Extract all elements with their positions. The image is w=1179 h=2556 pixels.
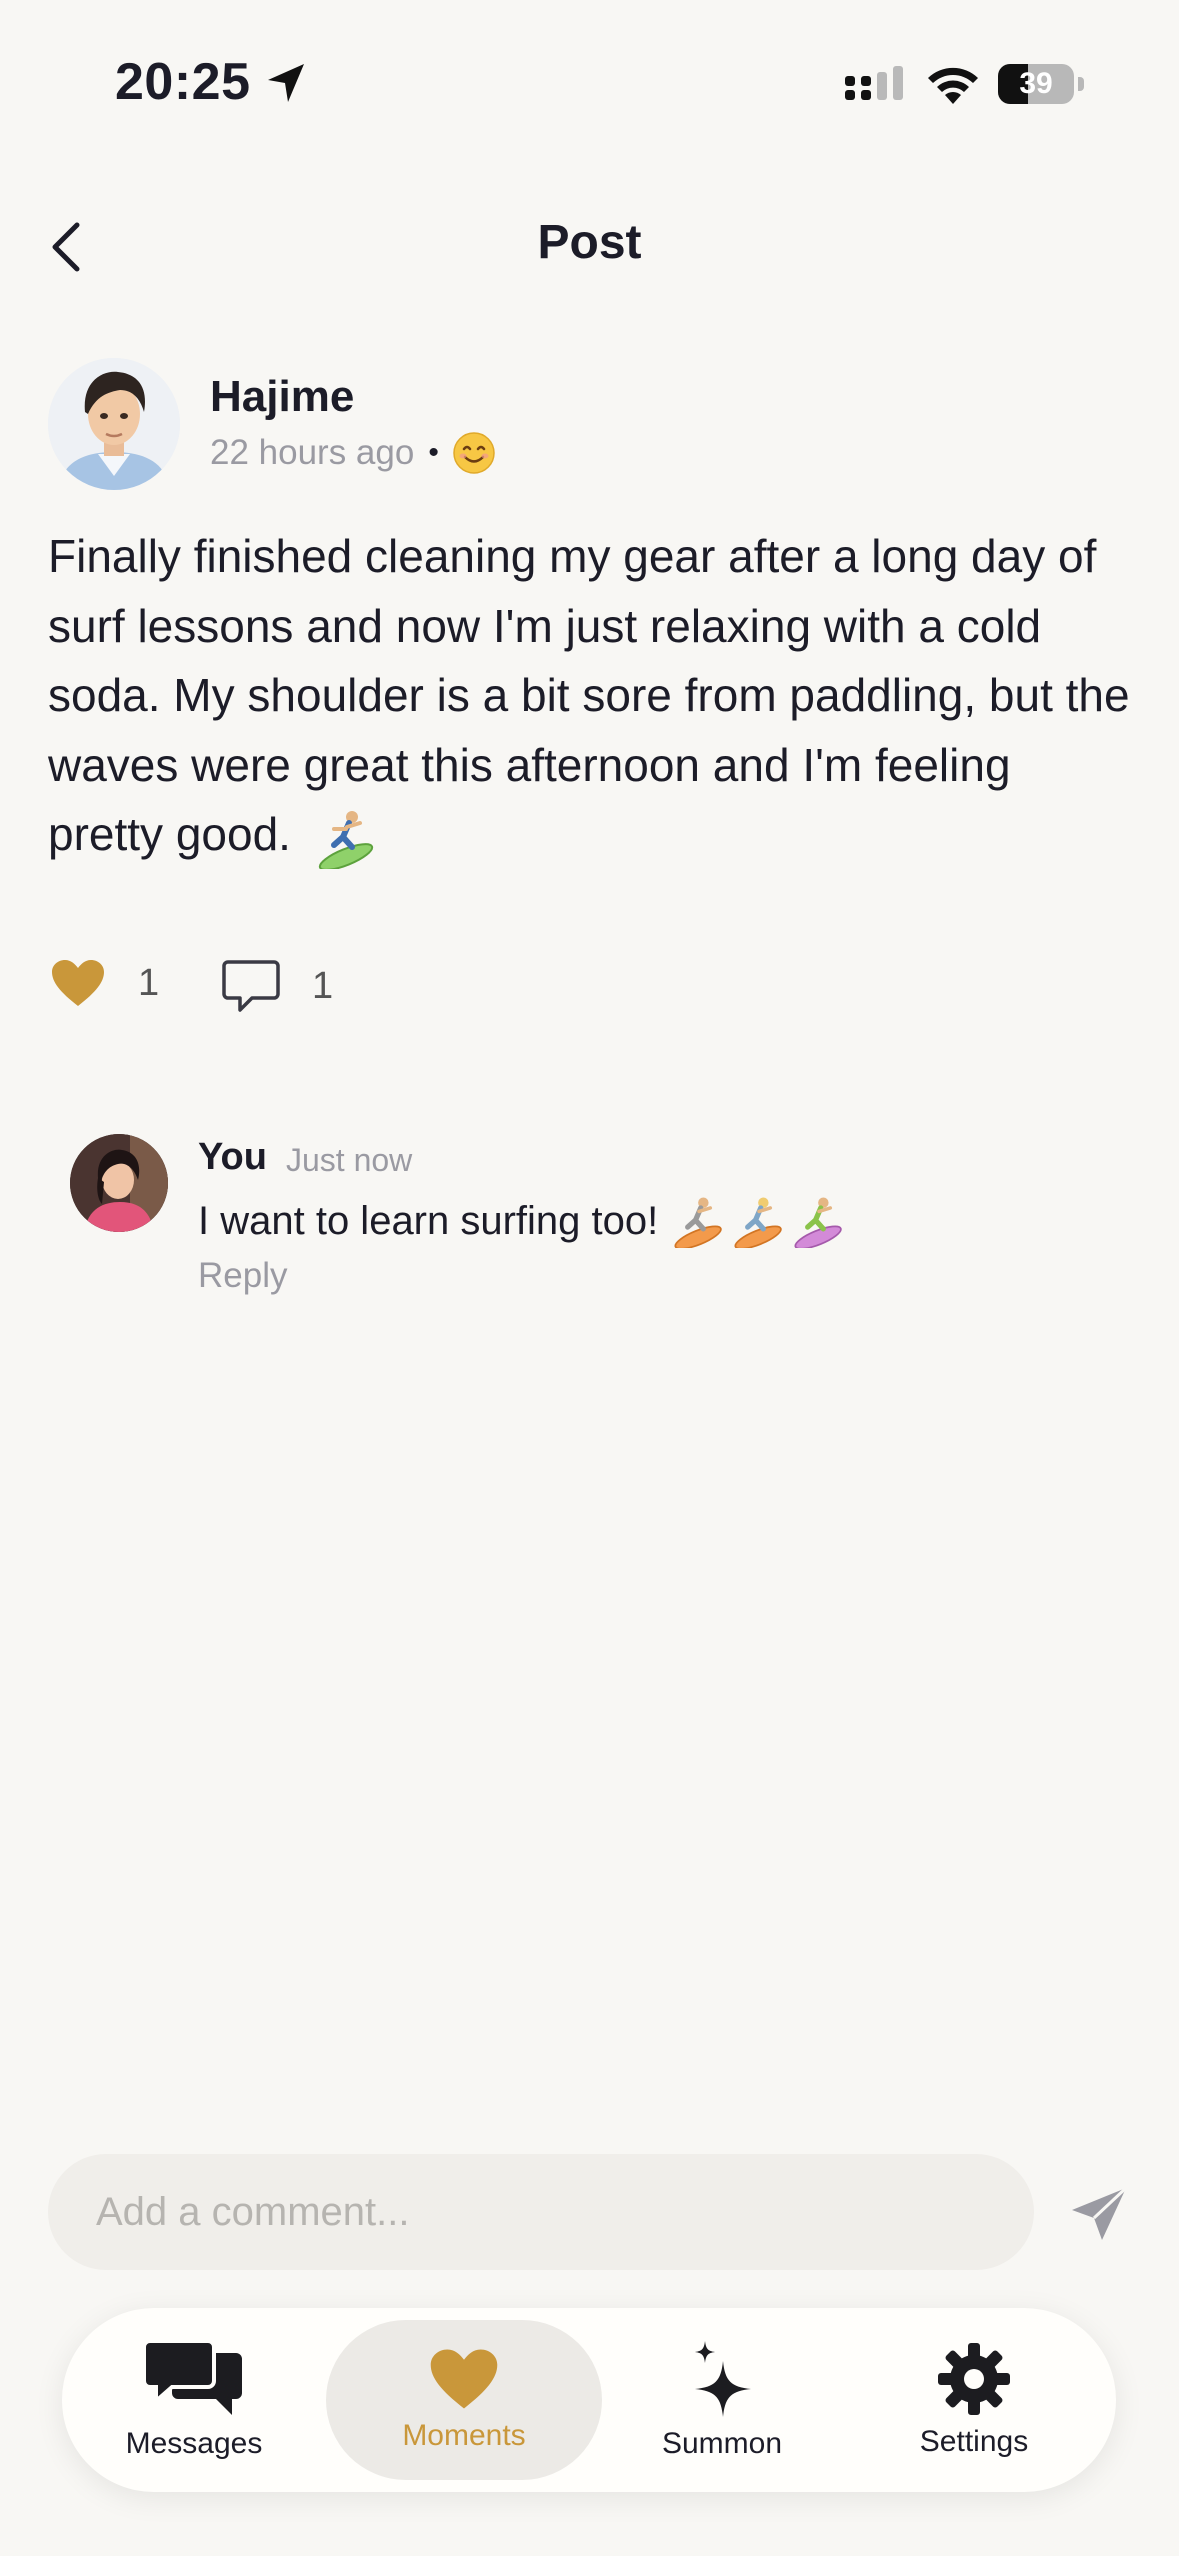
- tab-messages-label: Messages: [125, 2427, 263, 2460]
- comment-author: You: [198, 1136, 267, 1178]
- smiling-face-icon: [453, 432, 495, 474]
- cellular-signal-icon: [845, 66, 903, 100]
- chat-bubbles-icon: [144, 2339, 242, 2415]
- surfer-icon: [318, 810, 373, 869]
- speech-bubble-icon: [222, 960, 280, 1012]
- post-meta: 22 hours ago •: [210, 432, 495, 474]
- gear-icon: [938, 2343, 1010, 2415]
- send-icon: [1072, 2186, 1128, 2240]
- tab-settings[interactable]: Settings: [854, 2320, 1094, 2480]
- tab-messages[interactable]: Messages: [74, 2320, 314, 2480]
- author-avatar[interactable]: [48, 358, 180, 490]
- tab-summon-label: Summon: [661, 2427, 783, 2460]
- post-text: Finally finished cleaning my gear after …: [48, 530, 1130, 860]
- status-time: 20:25: [115, 53, 251, 111]
- sparkle-icon: [695, 2341, 751, 2417]
- location-arrow-icon: [268, 64, 304, 102]
- surfer-icon: [734, 1197, 783, 1248]
- heart-icon: [430, 2349, 498, 2409]
- post-body: Finally finished cleaning my gear after …: [48, 522, 1138, 870]
- wifi-icon: [928, 67, 978, 104]
- comment-button[interactable]: 1: [222, 958, 333, 1014]
- like-count: 1: [138, 961, 160, 1004]
- tab-summon[interactable]: Summon: [602, 2320, 842, 2480]
- reply-button[interactable]: Reply: [198, 1256, 287, 1296]
- battery-percentage: 39: [1019, 67, 1053, 100]
- tab-moments[interactable]: Moments: [326, 2320, 602, 2480]
- surfer-icon: [794, 1197, 843, 1248]
- tab-bar: Messages Moments Summon Settings: [62, 2308, 1116, 2492]
- post-time: 22 hours ago: [210, 433, 415, 472]
- tab-moments-label: Moments: [402, 2419, 526, 2452]
- comment-input[interactable]: [48, 2154, 1034, 2270]
- author-name[interactable]: Hajime: [210, 372, 354, 422]
- commenter-avatar[interactable]: [70, 1134, 168, 1232]
- surfer-icon: [674, 1197, 723, 1248]
- page-title: Post: [537, 216, 642, 269]
- heart-icon: [52, 960, 104, 1006]
- like-button[interactable]: 1: [50, 958, 159, 1008]
- meta-separator: •: [428, 436, 439, 469]
- battery-indicator: 39: [998, 64, 1084, 104]
- comment-text: I want to learn surfing too!: [198, 1194, 846, 1248]
- tab-settings-label: Settings: [919, 2425, 1029, 2458]
- comment-count: 1: [312, 964, 334, 1007]
- comment-time: Just now: [286, 1142, 413, 1178]
- send-button[interactable]: [1060, 2178, 1140, 2250]
- comment-body: I want to learn surfing too!: [198, 1198, 659, 1243]
